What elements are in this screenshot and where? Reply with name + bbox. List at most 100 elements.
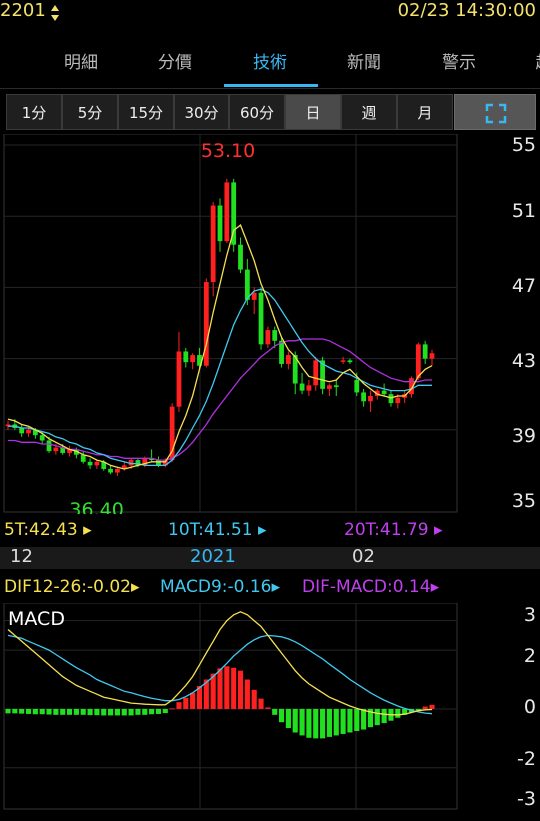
candle	[53, 447, 59, 452]
macd-histogram-bar	[265, 707, 271, 709]
macd-histogram-bar	[224, 666, 230, 709]
tab-price-distribution[interactable]: 分價	[135, 48, 215, 73]
macd-histogram-bar	[94, 708, 100, 716]
ma10-label: 10T:41.51 ▸	[168, 520, 267, 540]
tab-quote[interactable]: 盤	[0, 48, 28, 73]
period-15min-button[interactable]: 15分	[118, 94, 174, 130]
macd-histogram-bar	[66, 708, 73, 715]
macd-histogram-bar	[313, 708, 319, 739]
period-5min-button[interactable]: 5分	[62, 94, 118, 130]
osc-label: DIF-MACD:0.14▸	[302, 577, 440, 597]
top-bar: 2201 02/23 14:30:00	[0, 0, 540, 26]
ma20-label: 20T:41.79 ▸	[344, 520, 443, 540]
period-30min-button[interactable]: 30分	[174, 94, 229, 130]
candle	[340, 360, 346, 362]
active-tab-indicator	[224, 84, 318, 87]
candle	[333, 385, 339, 388]
candle	[422, 344, 428, 359]
macd-histogram-bar	[333, 708, 339, 736]
macd-histogram-bar	[326, 708, 332, 737]
macd-histogram-bar	[429, 704, 435, 709]
candle	[87, 461, 93, 466]
candle	[39, 435, 45, 441]
candle	[210, 205, 216, 283]
candle	[368, 395, 373, 402]
fullscreen-button[interactable]	[454, 94, 536, 130]
candle	[217, 205, 223, 242]
tab-news[interactable]: 新聞	[324, 48, 404, 73]
macd-chart[interactable]	[0, 603, 540, 811]
price-tick-label: 51	[511, 200, 536, 222]
macd-histogram-bar	[217, 668, 223, 709]
macd-histogram-bar	[299, 708, 305, 736]
price-chart[interactable]: 53.10 36.40	[0, 134, 540, 514]
period-selector: 1分 5分 15分 30分 60分 日 週 月	[6, 94, 536, 130]
macd-tick-label: -3	[517, 788, 536, 810]
moving-average-lines	[7, 224, 433, 470]
tab-more[interactable]: 超	[504, 48, 540, 73]
candle	[429, 353, 435, 359]
candle	[388, 394, 394, 404]
tab-details[interactable]: 明細	[41, 48, 121, 73]
macd-histogram-bar	[354, 708, 360, 732]
period-month-button[interactable]: 月	[397, 94, 453, 130]
macd-histogram-bar	[183, 697, 189, 709]
macd-histogram-bar	[395, 708, 401, 718]
stock-code[interactable]: 2201	[0, 0, 46, 22]
up-down-arrows-icon	[51, 5, 59, 21]
candle	[279, 340, 284, 364]
macd-chart-frame	[3, 603, 458, 810]
macd-histogram-bar	[190, 692, 196, 709]
candle	[46, 440, 52, 452]
macd-histogram-bar	[142, 708, 148, 715]
macd-title: MACD	[8, 608, 65, 630]
macd-histogram-bar	[278, 708, 285, 723]
candle	[183, 351, 189, 363]
macd-histogram-bar	[25, 708, 32, 714]
period-day-button[interactable]: 日	[285, 94, 341, 130]
candle	[347, 360, 353, 363]
macd-histogram-bar	[320, 708, 326, 739]
macd-histogram-bar	[53, 708, 59, 715]
price-chart-frame	[3, 134, 458, 513]
tab-alerts[interactable]: 警示	[419, 48, 499, 73]
macd9-label: MACD9:-0.16▸	[160, 577, 281, 597]
macd-tick-label: 3	[523, 604, 536, 626]
macd-histogram-bar	[361, 708, 367, 730]
macd-histogram-bar	[176, 702, 182, 709]
macd-histogram-bar	[121, 708, 127, 716]
period-week-button[interactable]: 週	[341, 94, 397, 130]
candle	[238, 244, 243, 270]
period-1min-button[interactable]: 1分	[6, 94, 62, 130]
macd-histogram-bar	[422, 706, 428, 709]
date-axis: 12 2021 02	[0, 546, 540, 569]
macd-histogram-bar	[108, 708, 114, 716]
price-tick-label: 47	[511, 275, 536, 297]
ma5-line	[7, 224, 433, 470]
dif-label: DIF12-26:-0.02▸	[4, 577, 140, 597]
candle	[156, 460, 161, 466]
macd-tick-label: 2	[523, 645, 536, 667]
macd-histogram-bar	[12, 708, 18, 714]
candle	[299, 383, 305, 391]
price-grid	[4, 134, 457, 512]
datetime: 02/23 14:30:00	[397, 0, 536, 21]
period-60min-button[interactable]: 60分	[229, 94, 285, 130]
macd-histogram-bar	[272, 708, 278, 715]
candle	[94, 461, 100, 466]
candles	[5, 178, 435, 477]
macd-histogram-bar	[19, 708, 25, 714]
candle	[251, 292, 257, 300]
macd-histogram-bar	[149, 708, 155, 715]
candle	[381, 390, 387, 395]
macd-histogram-bar	[60, 708, 66, 715]
price-tick-label: 39	[511, 425, 536, 447]
date-label: 02	[352, 546, 375, 567]
price-tick-label: 55	[511, 134, 536, 156]
macd-histogram-bar	[251, 689, 257, 709]
candle	[265, 330, 271, 345]
macd-histogram-bar	[169, 708, 175, 710]
candle	[327, 385, 332, 389]
candle	[19, 428, 25, 434]
tab-technical[interactable]: 技術	[230, 48, 310, 73]
